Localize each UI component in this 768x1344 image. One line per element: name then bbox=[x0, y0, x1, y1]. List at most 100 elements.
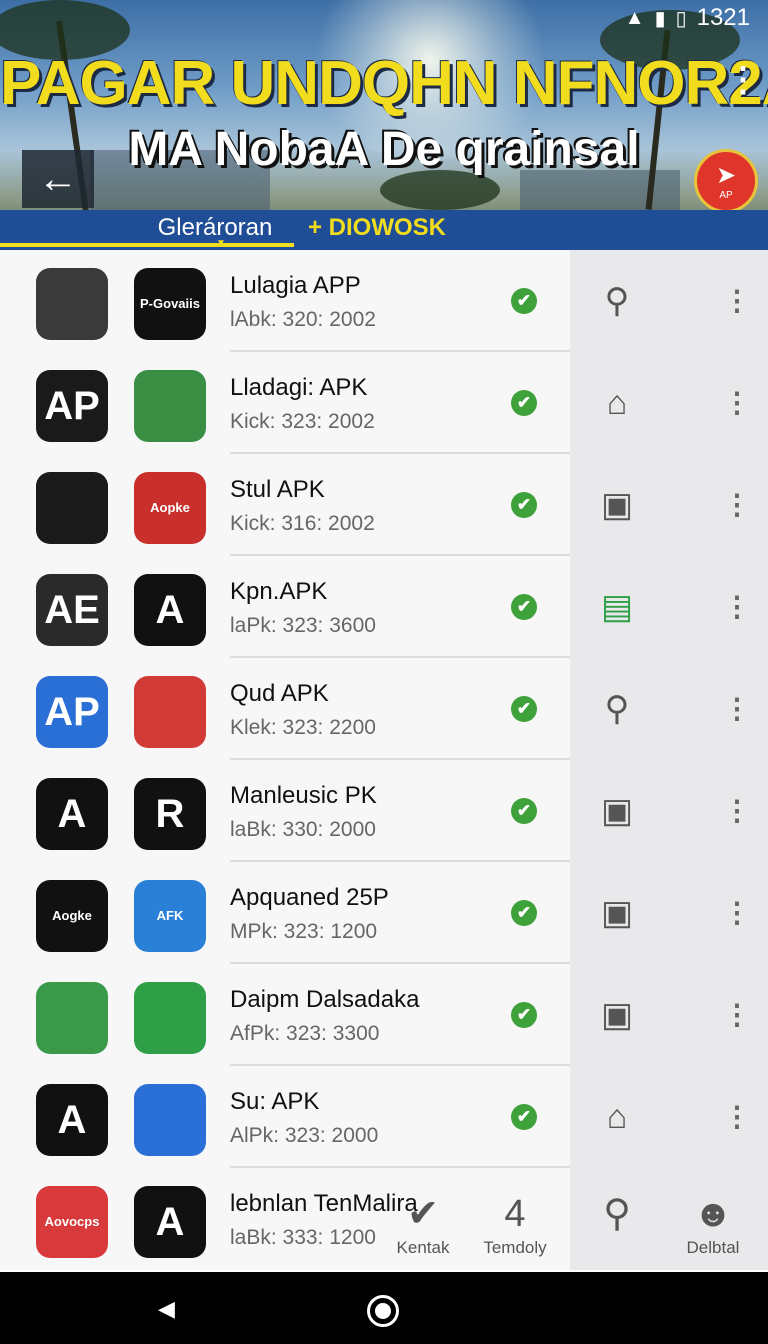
bag-icon[interactable]: ⌂ bbox=[596, 1096, 638, 1138]
check-circle-icon: ✔ bbox=[511, 900, 537, 926]
list-item[interactable]: Daipm Dalsadaka AfPk: 323: 3300 ✔ ▣ ⋮ bbox=[0, 964, 768, 1066]
app-icon-label: A bbox=[57, 1098, 87, 1142]
app-title: Daipm Dalsadaka bbox=[230, 986, 420, 1013]
bag-icon[interactable]: ⌂ bbox=[596, 382, 638, 424]
app-icon-secondary: A bbox=[134, 1186, 206, 1258]
app-icon bbox=[36, 982, 108, 1054]
check-circle-icon: ✔ bbox=[407, 1193, 439, 1235]
app-icon-label: A bbox=[155, 588, 185, 632]
camera-tag-icon[interactable]: ▣ bbox=[596, 484, 638, 526]
bottom-tab-kentak[interactable]: ✔ Kentak bbox=[378, 1190, 468, 1258]
app-icon-label: A bbox=[57, 792, 87, 836]
bottom-tab-delbtal[interactable]: ☻ Delbtal bbox=[668, 1190, 758, 1258]
header-badge[interactable]: ➤ AP bbox=[694, 149, 758, 213]
more-vertical-icon[interactable]: ⋮ bbox=[723, 382, 751, 424]
check-circle-icon: ✔ bbox=[511, 390, 537, 416]
app-title: Qud APK bbox=[230, 680, 329, 707]
tab-primary[interactable]: Glerároran bbox=[150, 212, 280, 244]
check-circle-icon: ✔ bbox=[511, 798, 537, 824]
app-subtitle: Kick: 323: 2002 bbox=[230, 410, 375, 433]
app-icon: A bbox=[36, 778, 108, 850]
app-title: Apquaned 25P bbox=[230, 884, 389, 911]
more-vertical-icon[interactable]: ⋮ bbox=[723, 892, 751, 934]
check-circle-icon: ✔ bbox=[511, 492, 537, 518]
status-bar: ▲ ▮ ▯ 1321 bbox=[0, 0, 768, 36]
play-arrow-icon: ➤ bbox=[715, 162, 737, 189]
more-vertical-icon[interactable]: ⋮ bbox=[723, 1096, 751, 1138]
nav-home-icon[interactable] bbox=[367, 1295, 399, 1327]
back-button[interactable]: ← bbox=[22, 150, 94, 208]
app-title: Manleusic PK bbox=[230, 782, 377, 809]
bottom-tab-search[interactable]: ⚲ bbox=[572, 1190, 662, 1238]
app-icon-label: Aopke bbox=[150, 500, 190, 515]
bottom-tab-label: Temdoly bbox=[483, 1238, 547, 1257]
shopping-bag-icon[interactable]: ▤ bbox=[596, 586, 638, 628]
app-subtitle: lAbk: 320: 2002 bbox=[230, 308, 376, 331]
app-icon: Aovocps bbox=[36, 1186, 108, 1258]
app-icon-secondary: AFK bbox=[134, 880, 206, 952]
nav-back-icon[interactable]: ◀ bbox=[158, 1296, 175, 1322]
app-icon-label: AP bbox=[44, 690, 100, 734]
bottom-tab-label: Kentak bbox=[396, 1238, 450, 1257]
status-time: 1321 bbox=[696, 4, 750, 31]
search-icon[interactable]: ⚲ bbox=[596, 280, 638, 322]
app-icon: AE bbox=[36, 574, 108, 646]
arrow-left-icon: ← bbox=[38, 156, 78, 201]
app-title: Lladagi: APK bbox=[230, 374, 368, 401]
app-icon: AP bbox=[36, 676, 108, 748]
app-icon-secondary: P-Govaiis bbox=[134, 268, 206, 340]
check-circle-icon: ✔ bbox=[511, 288, 537, 314]
app-title: Stul APK bbox=[230, 476, 325, 503]
app-title: Kpn.APK bbox=[230, 578, 328, 605]
more-vertical-icon[interactable]: ⋮ bbox=[723, 484, 751, 526]
list-item[interactable]: AP Qud APK Klek: 323: 2200 ✔ ⚲ ⋮ bbox=[0, 658, 768, 760]
app-subtitle: laBk: 330: 2000 bbox=[230, 818, 376, 841]
app-subtitle: AlPk: 323: 2000 bbox=[230, 1124, 379, 1147]
active-tab-indicator bbox=[0, 243, 294, 247]
app-icon-label: Aovocps bbox=[44, 1214, 100, 1229]
list-item[interactable]: A Su: APK AlPk: 323: 2000 ✔ ⌂ ⋮ bbox=[0, 1066, 768, 1168]
app-icon bbox=[36, 268, 108, 340]
search-icon[interactable]: ⚲ bbox=[596, 688, 638, 730]
app-icon-label: AE bbox=[44, 588, 100, 632]
app-icon-secondary bbox=[134, 1084, 206, 1156]
app-subtitle: laPk: 323: 3600 bbox=[230, 614, 376, 637]
more-vertical-icon[interactable]: ⋮ bbox=[723, 994, 751, 1036]
search-icon: ⚲ bbox=[603, 1193, 631, 1235]
list-item[interactable]: Aopke Stul APK Kick: 316: 2002 ✔ ▣ ⋮ bbox=[0, 454, 768, 556]
app-icon: Aogke bbox=[36, 880, 108, 952]
signal-icon: ▮ bbox=[654, 7, 666, 30]
app-list: P-Govaiis Lulagia APP lAbk: 320: 2002 ✔ ⚲ ⋮ AP… bbox=[0, 250, 768, 1270]
app-icon: A bbox=[36, 1084, 108, 1156]
more-vertical-icon[interactable]: ⋮ bbox=[723, 280, 751, 322]
camera-tag-icon[interactable]: ▣ bbox=[596, 790, 638, 832]
app-subtitle: Klek: 323: 2200 bbox=[230, 716, 376, 739]
more-vertical-icon[interactable]: ⋮ bbox=[723, 790, 751, 832]
app-subtitle: AfPk: 323: 3300 bbox=[230, 1022, 380, 1045]
more-vertical-icon[interactable]: ⋮ bbox=[723, 688, 751, 730]
app-icon-secondary bbox=[134, 982, 206, 1054]
more-options-button[interactable]: ⋮ bbox=[726, 62, 760, 98]
list-item[interactable]: AE A Kpn.APK laPk: 323: 3600 ✔ ▤ ⋮ bbox=[0, 556, 768, 658]
camera-tag-icon[interactable]: ▣ bbox=[596, 892, 638, 934]
list-item[interactable]: Aogke AFK Apquaned 25P MPk: 323: 1200 ✔ ▣ ⋮ bbox=[0, 862, 768, 964]
page-title: PAGAR UNDQHN NFNOR2A bbox=[0, 49, 768, 118]
bottom-tab-label: Delbtal bbox=[686, 1238, 740, 1257]
battery-icon: ▯ bbox=[675, 7, 687, 30]
list-item[interactable]: AP Lladagi: APK Kick: 323: 2002 ✔ ⌂ ⋮ bbox=[0, 352, 768, 454]
app-icon-secondary: R bbox=[134, 778, 206, 850]
app-icon-label: R bbox=[155, 792, 185, 836]
badge-text: AP bbox=[719, 190, 733, 201]
app-icon-label: A bbox=[155, 1200, 185, 1244]
list-item[interactable]: A R Manleusic PK laBk: 330: 2000 ✔ ▣ ⋮ bbox=[0, 760, 768, 862]
camera-tag-icon[interactable]: ▣ bbox=[596, 994, 638, 1036]
list-item[interactable]: P-Govaiis Lulagia APP lAbk: 320: 2002 ✔ ⚲ ⋮ bbox=[0, 250, 768, 352]
tab-download[interactable]: + DIOWOSK bbox=[308, 212, 446, 244]
bottom-tab-temdoly[interactable]: 4 Temdoly bbox=[470, 1190, 560, 1258]
app-icon-label: AP bbox=[44, 384, 100, 428]
check-circle-icon: ✔ bbox=[511, 1002, 537, 1028]
more-vertical-icon[interactable]: ⋮ bbox=[723, 586, 751, 628]
app-title: Lulagia APP bbox=[230, 272, 361, 299]
wifi-icon: ▲ bbox=[624, 6, 645, 29]
page-subtitle: MA NobaA De qrainsal bbox=[128, 123, 640, 176]
